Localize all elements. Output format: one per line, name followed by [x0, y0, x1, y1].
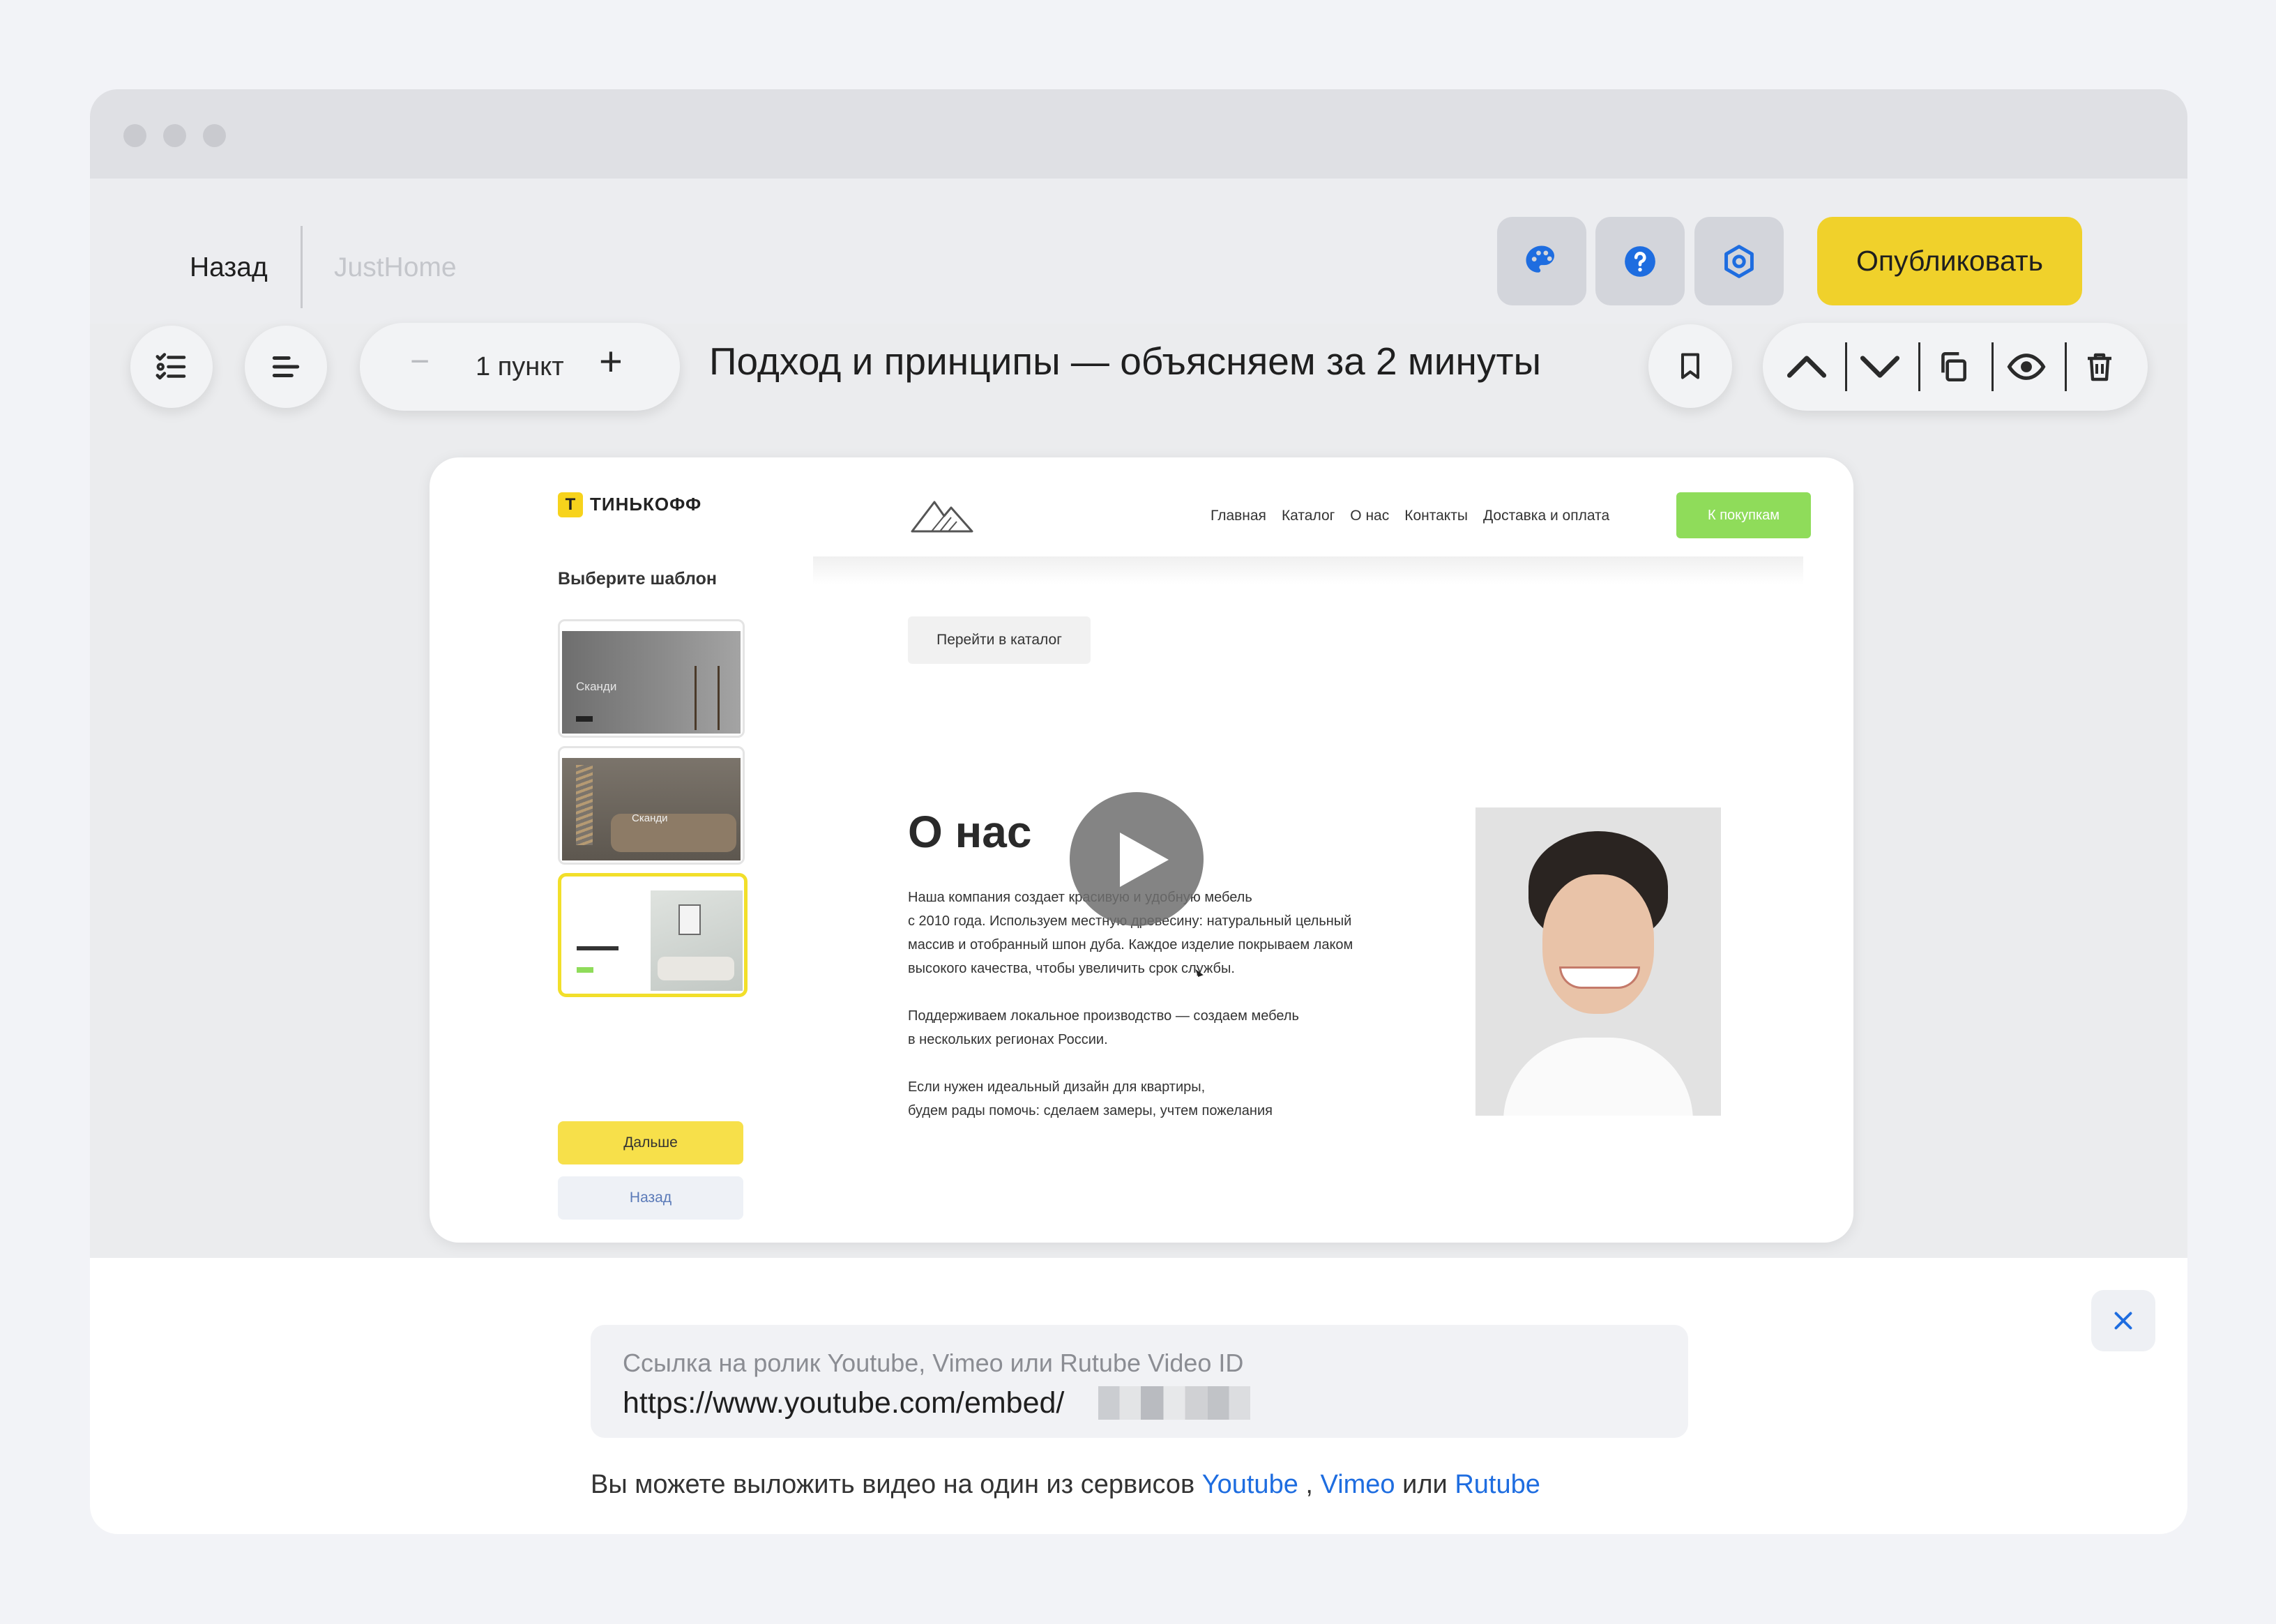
help-button[interactable] [1595, 217, 1685, 305]
site-nav-item: Каталог [1281, 508, 1335, 524]
decrement-button[interactable]: − [410, 342, 430, 381]
site-logo-icon [911, 501, 973, 533]
copy-icon [1941, 351, 1966, 382]
video-services-hint: Вы можете выложить видео на один из серв… [591, 1470, 1540, 1500]
increment-button[interactable]: + [599, 338, 623, 385]
video-preview[interactable]: T ТИНЬКОФФ Выберите шаблон Сканди Сканди [430, 457, 1853, 1243]
eye-icon [2007, 354, 2046, 380]
settings-icon [1724, 244, 1754, 278]
hint-separator: , [1298, 1470, 1321, 1499]
video-url-field[interactable]: Ссылка на ролик Youtube, Vimeo или Rutub… [591, 1325, 1688, 1438]
divider [1918, 342, 1920, 391]
site-nav-item: Доставка и оплата [1482, 508, 1610, 524]
text-line: будем рады помочь: сделаем замеры, учтем… [908, 1103, 1273, 1118]
site-nav-item: О нас [1350, 508, 1390, 524]
divider [2065, 342, 2067, 391]
browser-window: Назад JustHome Опубликовать − 1 пункт + … [90, 89, 2187, 1534]
template-thumb-2: Сканди [558, 746, 745, 865]
items-stepper: − 1 пункт + [360, 323, 680, 411]
template-thumb-1: Сканди [558, 619, 745, 738]
text-line: высокого качества, чтобы увеличить срок … [908, 961, 1235, 976]
hint-text: Вы можете выложить видео на один из серв… [591, 1470, 1202, 1499]
bookmark-button[interactable] [1648, 324, 1732, 408]
video-url-input[interactable]: https://www.youtube.com/embed/ [623, 1386, 1064, 1420]
checklist-button[interactable] [130, 326, 213, 408]
window-minimize-dot[interactable] [163, 124, 186, 147]
back-link[interactable]: Назад [190, 252, 268, 283]
bookmark-icon [1681, 353, 1700, 379]
divider [1992, 342, 1994, 391]
chevron-up-icon [1786, 356, 1827, 378]
about-heading: О нас [908, 807, 1032, 857]
about-paragraph-2: Поддерживаем локальное производство — со… [908, 1004, 1299, 1052]
move-up-button[interactable] [1782, 342, 1831, 391]
divider [301, 226, 303, 308]
chevron-down-icon [1860, 356, 1900, 378]
shop-button: К покупкам [1676, 492, 1811, 538]
block-title[interactable]: Подход и принципы — объясняем за 2 минут… [709, 339, 1541, 384]
window-maximize-dot[interactable] [203, 124, 226, 147]
design-button[interactable] [1497, 217, 1586, 305]
site-name: JustHome [334, 252, 457, 282]
site-nav-item: Главная [1211, 508, 1266, 524]
template-thumb-3-selected [558, 873, 748, 997]
site-header-shadow [813, 556, 1803, 584]
items-count: 1 пункт [476, 352, 564, 381]
block-actions [1763, 323, 2148, 411]
video-url-label: Ссылка на ролик Youtube, Vimeo или Rutub… [623, 1349, 1244, 1377]
align-left-icon [272, 356, 300, 377]
settings-button[interactable] [1694, 217, 1784, 305]
checklist-icon [155, 353, 186, 380]
close-panel-button[interactable] [2091, 1290, 2155, 1351]
palette-icon [1526, 245, 1554, 273]
site-nav: Главная Каталог О нас Контакты Доставка … [1211, 508, 1609, 524]
template-caption: Сканди [576, 680, 617, 693]
youtube-link[interactable]: Youtube [1202, 1470, 1298, 1499]
duplicate-button[interactable] [1929, 342, 1978, 391]
portrait-photo [1475, 807, 1721, 1116]
rutube-link[interactable]: Rutube [1455, 1470, 1540, 1499]
brand-name: ТИНЬКОФФ [590, 494, 702, 515]
template-caption: Сканди [632, 812, 668, 824]
help-icon [1625, 245, 1655, 277]
play-button [1070, 792, 1204, 926]
play-icon [1120, 833, 1169, 887]
window-titlebar [90, 89, 2187, 179]
trash-icon [2088, 353, 2111, 381]
hint-or: или [1395, 1470, 1455, 1499]
delete-button[interactable] [2075, 342, 2124, 391]
next-button: Дальше [558, 1121, 743, 1164]
text-line: Поддерживаем локальное производство — со… [908, 1008, 1299, 1024]
redacted-video-id [1098, 1386, 1250, 1420]
close-icon [2114, 1312, 2132, 1330]
move-down-button[interactable] [1856, 342, 1904, 391]
text-line: Если нужен идеальный дизайн для квартиры… [908, 1079, 1206, 1095]
text-line: в нескольких регионах России. [908, 1032, 1108, 1047]
align-button[interactable] [245, 326, 327, 408]
choose-template-label: Выберите шаблон [558, 569, 717, 589]
window-close-dot[interactable] [123, 124, 146, 147]
publish-button[interactable]: Опубликовать [1817, 217, 2082, 305]
text-line: массив и отобранный шпон дуба. Каждое из… [908, 937, 1353, 953]
catalog-button: Перейти в каталог [908, 616, 1091, 664]
site-nav-item: Контакты [1404, 508, 1468, 524]
brand-logo: T [558, 492, 583, 517]
vimeo-link[interactable]: Vimeo [1321, 1470, 1395, 1499]
preview-back-button: Назад [558, 1176, 743, 1220]
divider [1845, 342, 1847, 391]
visibility-button[interactable] [2002, 342, 2051, 391]
about-paragraph-3: Если нужен идеальный дизайн для квартиры… [908, 1075, 1273, 1123]
